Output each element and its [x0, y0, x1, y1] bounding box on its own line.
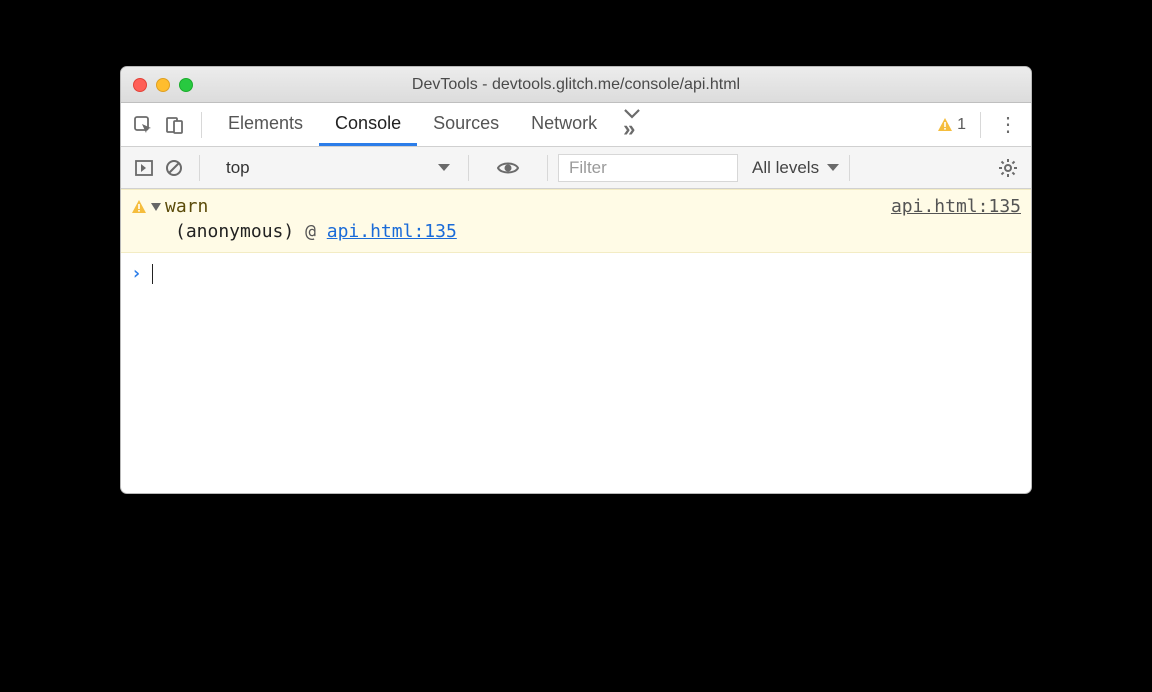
zoom-window-button[interactable] — [179, 78, 193, 92]
console-prompt[interactable]: › — [121, 253, 1031, 294]
levels-label: All levels — [752, 158, 819, 178]
settings-menu-icon[interactable]: ⋮ — [991, 112, 1025, 137]
live-expression-icon[interactable] — [493, 153, 523, 183]
text-cursor — [152, 264, 154, 284]
separator — [547, 155, 548, 181]
window-title: DevTools - devtools.glitch.me/console/ap… — [121, 76, 1031, 94]
close-window-button[interactable] — [133, 78, 147, 92]
clear-console-icon[interactable] — [159, 153, 189, 183]
traffic-lights — [133, 78, 193, 92]
separator — [199, 155, 200, 181]
execution-context-selector[interactable]: top — [218, 153, 458, 183]
sidebar-toggle-icon[interactable] — [129, 153, 159, 183]
separator — [201, 112, 202, 138]
chevron-down-icon — [438, 164, 450, 171]
prompt-chevron-icon: › — [131, 263, 142, 284]
separator — [468, 155, 469, 181]
window-titlebar: DevTools - devtools.glitch.me/console/ap… — [121, 67, 1031, 103]
console-toolbar: top All levels — [121, 147, 1031, 189]
console-output: warn api.html:135 (anonymous) @ api.html… — [121, 189, 1031, 493]
tab-console[interactable]: Console — [319, 103, 417, 146]
context-label: top — [226, 158, 250, 178]
warning-count: 1 — [957, 116, 966, 134]
warning-icon — [131, 199, 147, 215]
message-text: warn — [165, 196, 208, 217]
stack-function: (anonymous) — [175, 221, 294, 242]
disclosure-triangle-icon[interactable] — [151, 203, 161, 211]
more-tabs-button[interactable]: » — [613, 108, 651, 141]
stack-trace: (anonymous) @ api.html:135 — [131, 221, 1021, 242]
devtools-window: DevTools - devtools.glitch.me/console/ap… — [120, 66, 1032, 494]
separator — [980, 112, 981, 138]
stack-at: @ — [305, 221, 316, 242]
chevron-down-icon — [827, 164, 839, 171]
message-source-link[interactable]: api.html:135 — [891, 196, 1021, 217]
stack-source-link[interactable]: api.html:135 — [327, 221, 457, 242]
minimize-window-button[interactable] — [156, 78, 170, 92]
tab-sources[interactable]: Sources — [417, 103, 515, 146]
tab-elements[interactable]: Elements — [212, 103, 319, 146]
warning-icon — [937, 117, 953, 133]
console-settings-icon[interactable] — [993, 153, 1023, 183]
inspect-element-icon[interactable] — [127, 109, 159, 141]
warnings-badge[interactable]: 1 — [937, 116, 966, 134]
tab-network[interactable]: Network — [515, 103, 613, 146]
filter-input[interactable] — [558, 154, 738, 182]
console-message-warning[interactable]: warn api.html:135 (anonymous) @ api.html… — [121, 189, 1031, 253]
main-tabbar: Elements Console Sources Network » 1 ⋮ — [121, 103, 1031, 147]
log-levels-selector[interactable]: All levels — [752, 158, 839, 178]
message-header: warn api.html:135 — [131, 196, 1021, 217]
separator — [849, 155, 850, 181]
device-toolbar-icon[interactable] — [159, 109, 191, 141]
